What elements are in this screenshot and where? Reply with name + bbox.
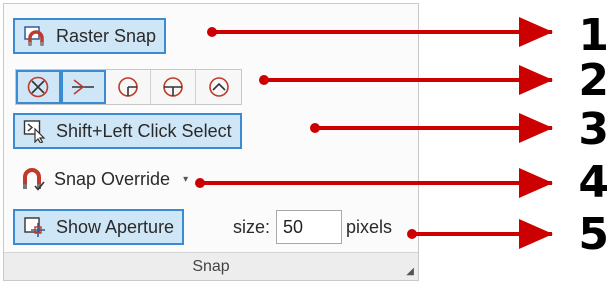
callout-1: 1 <box>578 10 609 61</box>
callout-arrows <box>195 17 553 249</box>
callout-2: 2 <box>578 55 609 106</box>
callout-3: 3 <box>578 104 609 155</box>
callout-4: 4 <box>578 157 609 208</box>
callout-5: 5 <box>578 209 609 260</box>
